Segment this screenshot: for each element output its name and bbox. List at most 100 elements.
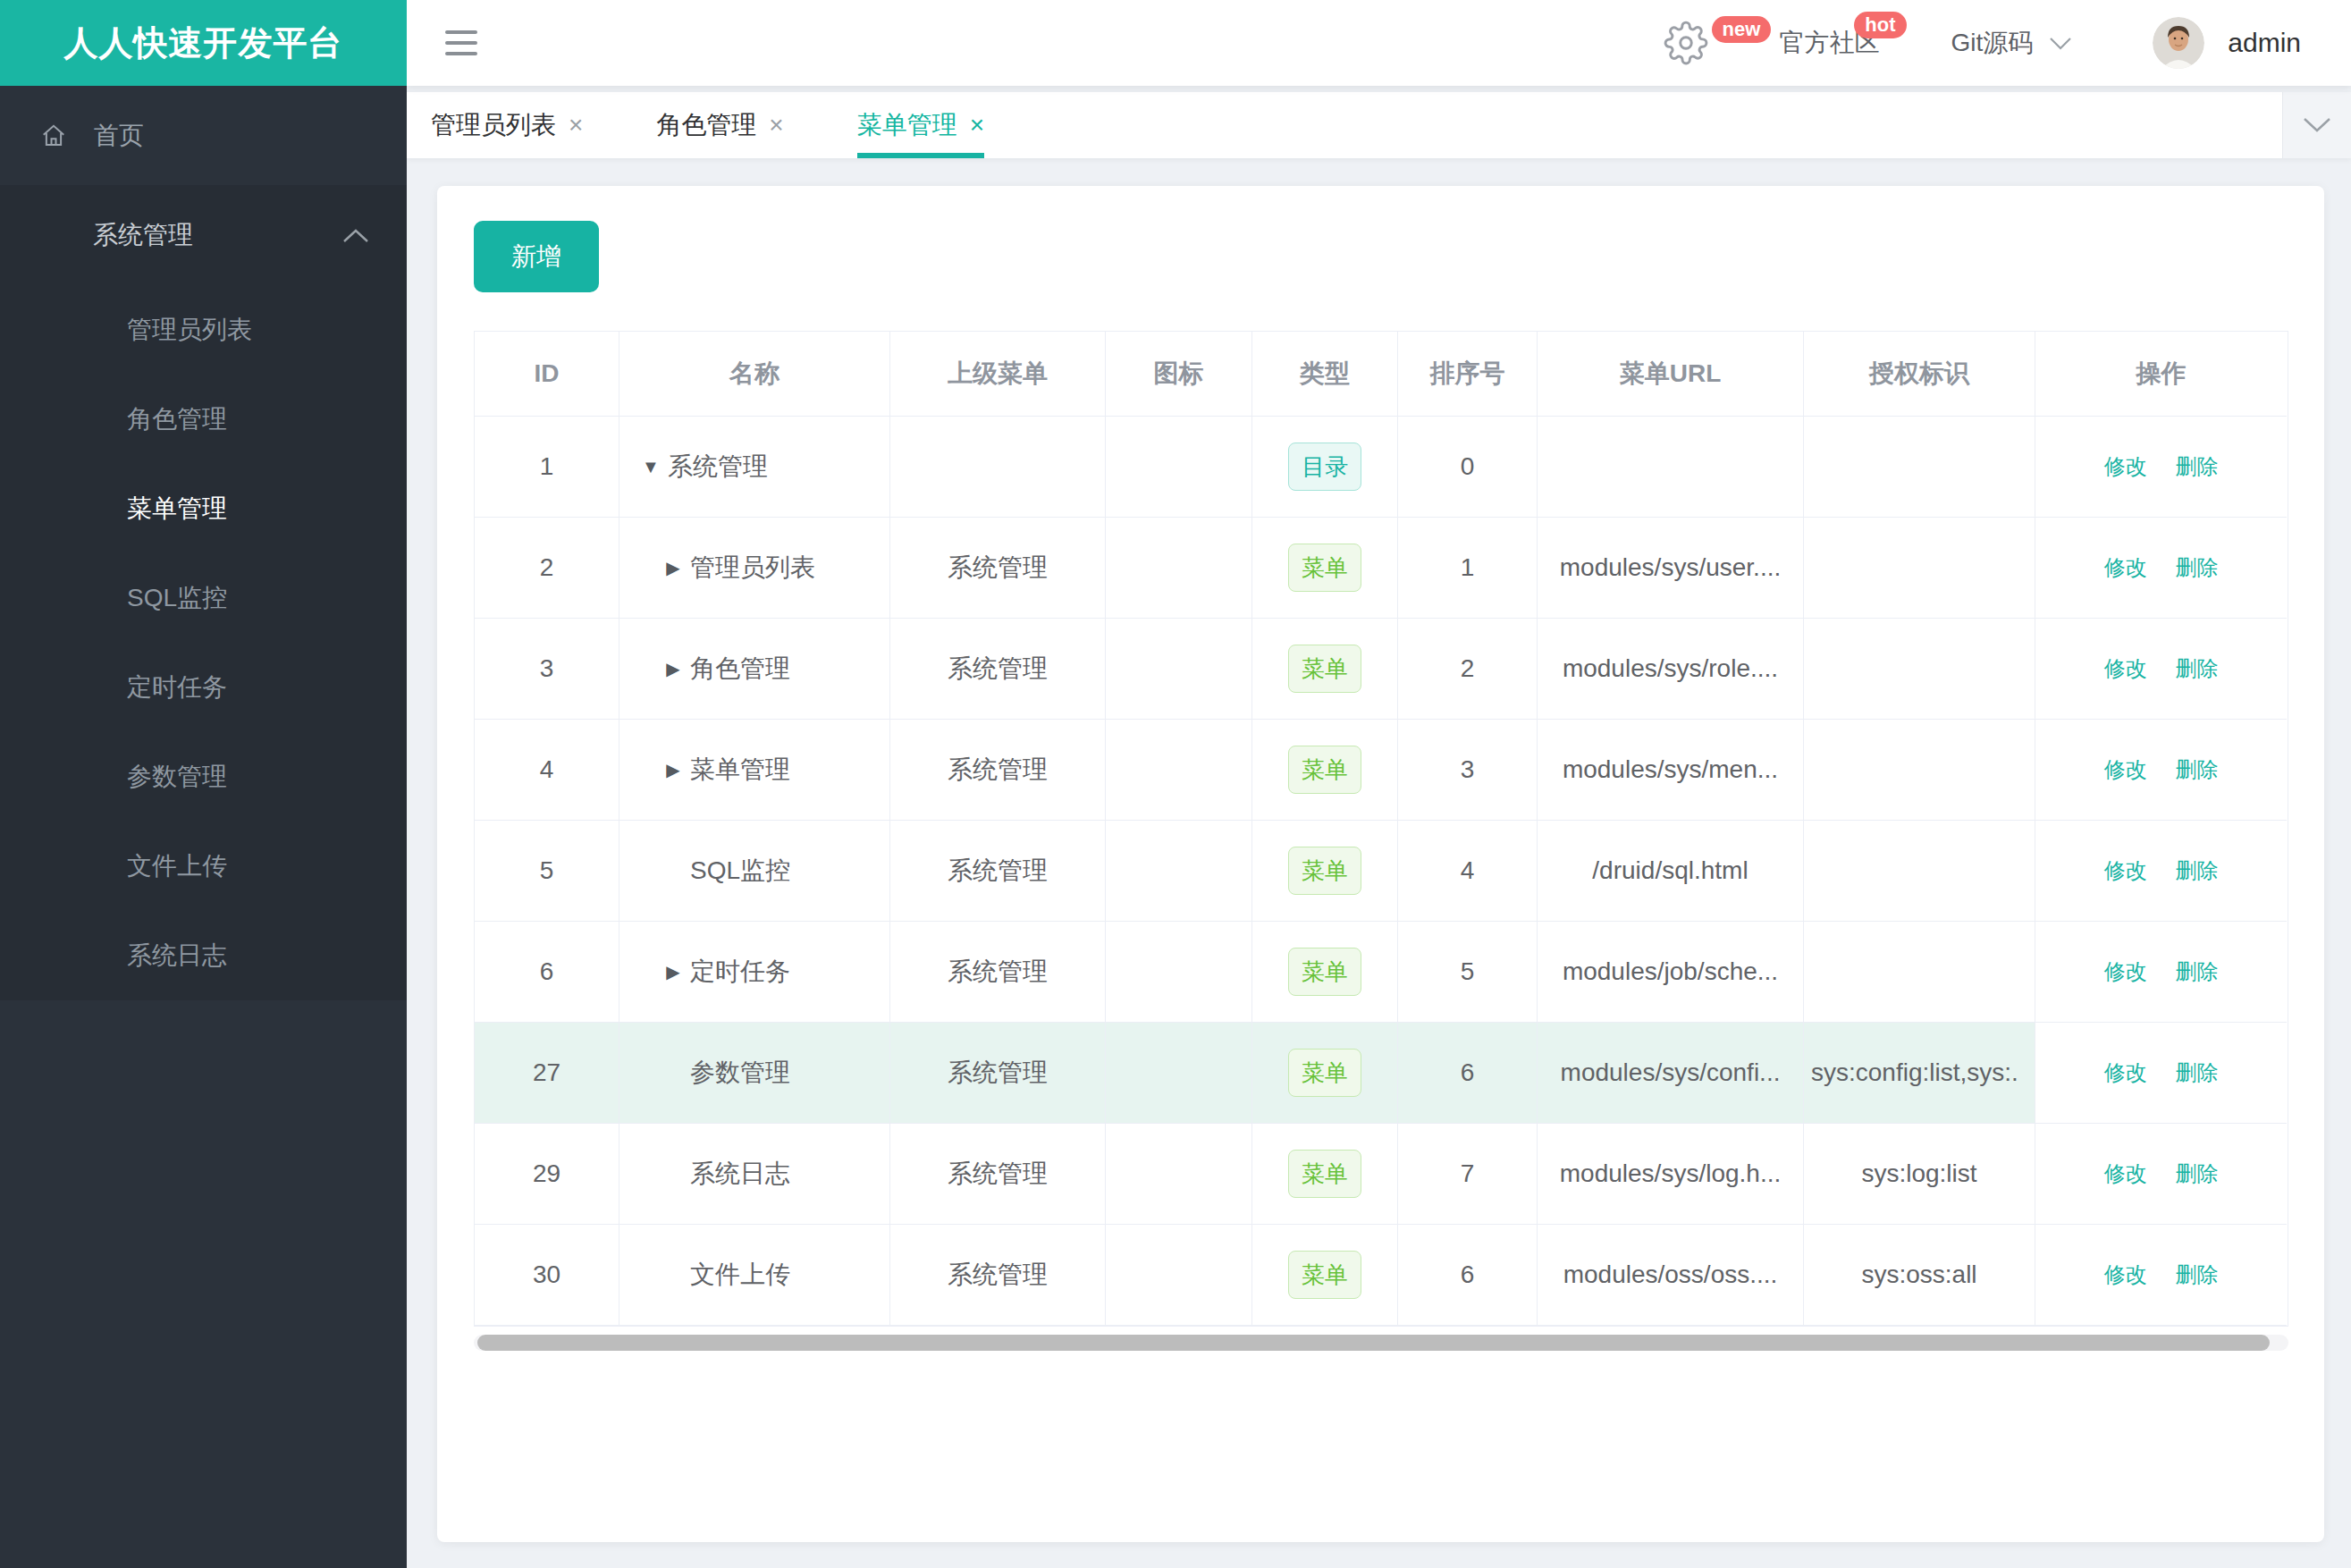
table-row: 3▶角色管理系统管理菜单2modules/sys/role....修改删除	[475, 619, 2288, 720]
tab-2[interactable]: 菜单管理×	[857, 92, 984, 158]
cell-name: ▶管理员列表	[619, 518, 890, 619]
sidebar-item-5[interactable]: 参数管理	[0, 732, 407, 822]
cell-icon	[1106, 922, 1252, 1023]
tab-1[interactable]: 角色管理 ×	[656, 92, 783, 158]
cell-icon	[1106, 1023, 1252, 1124]
column-header: 名称	[619, 332, 890, 417]
scrollbar-thumb[interactable]	[477, 1335, 2270, 1351]
edit-link[interactable]: 修改	[2104, 755, 2147, 784]
tab-label: 角色管理	[656, 108, 756, 142]
cell-name: 参数管理	[619, 1023, 890, 1124]
cell-parent: 系统管理	[890, 720, 1106, 821]
sidebar-submenu: 管理员列表角色管理菜单管理SQL监控定时任务参数管理文件上传系统日志	[0, 285, 407, 1000]
cell-perm: sys:oss:all	[1804, 1225, 2035, 1326]
table-row: 6▶定时任务系统管理菜单5modules/job/sche...修改删除	[475, 922, 2288, 1023]
cell-type: 目录	[1252, 417, 1398, 518]
cell-id: 5	[475, 821, 619, 922]
sidebar-group-block: 系统管理 管理员列表角色管理菜单管理SQL监控定时任务参数管理文件上传系统日志	[0, 185, 407, 1000]
tabs-menu-button[interactable]	[2282, 92, 2351, 158]
cell-name: 系统日志	[619, 1124, 890, 1225]
tab-0[interactable]: 管理员列表 ×	[431, 92, 583, 158]
cell-name: SQL监控	[619, 821, 890, 922]
edit-link[interactable]: 修改	[2104, 1159, 2147, 1188]
git-source-dropdown[interactable]: Git源码	[1951, 26, 2073, 60]
sidebar-item-7[interactable]: 系统日志	[0, 911, 407, 1000]
new-badge: new	[1712, 16, 1772, 43]
collapse-arrow-icon[interactable]: ▼	[642, 457, 660, 477]
sidebar-item-6[interactable]: 文件上传	[0, 822, 407, 911]
edit-link[interactable]: 修改	[2104, 1260, 2147, 1289]
column-header: 授权标识	[1804, 332, 2035, 417]
tab-label: 管理员列表	[431, 108, 556, 142]
sidebar-item-4[interactable]: 定时任务	[0, 643, 407, 732]
horizontal-scrollbar	[474, 1335, 2288, 1351]
sidebar-item-0[interactable]: 管理员列表	[0, 285, 407, 375]
add-button[interactable]: 新增	[474, 221, 599, 292]
cell-type: 菜单	[1252, 1124, 1398, 1225]
cell-parent: 系统管理	[890, 619, 1106, 720]
cell-url: modules/sys/log.h...	[1538, 1124, 1804, 1225]
edit-link[interactable]: 修改	[2104, 553, 2147, 582]
close-icon[interactable]: ×	[970, 111, 984, 139]
cell-perm: sys:config:list,sys:.	[1804, 1023, 2035, 1124]
cell-order: 1	[1398, 518, 1538, 619]
expand-arrow-icon[interactable]: ▶	[664, 658, 682, 679]
table-row: 2▶管理员列表系统管理菜单1modules/sys/user....修改删除	[475, 518, 2288, 619]
cell-url: modules/sys/role....	[1538, 619, 1804, 720]
edit-link[interactable]: 修改	[2104, 452, 2147, 481]
cell-icon	[1106, 518, 1252, 619]
cell-url: modules/sys/user....	[1538, 518, 1804, 619]
cell-type: 菜单	[1252, 619, 1398, 720]
cell-perm: sys:log:list	[1804, 1124, 2035, 1225]
type-tag: 菜单	[1288, 847, 1361, 895]
cell-name: ▶角色管理	[619, 619, 890, 720]
username[interactable]: admin	[2228, 28, 2301, 58]
delete-link[interactable]: 删除	[2176, 755, 2219, 784]
sidebar-home-label: 首页	[94, 119, 144, 153]
delete-link[interactable]: 删除	[2176, 1159, 2219, 1188]
expand-arrow-icon[interactable]: ▶	[664, 759, 682, 780]
settings-button[interactable]: new	[1664, 21, 1708, 65]
cell-actions: 修改删除	[2035, 619, 2287, 720]
delete-link[interactable]: 删除	[2176, 654, 2219, 683]
expand-arrow-icon[interactable]: ▶	[664, 557, 682, 578]
sidebar-item-3[interactable]: SQL监控	[0, 553, 407, 643]
cell-id: 27	[475, 1023, 619, 1124]
delete-link[interactable]: 删除	[2176, 856, 2219, 885]
column-header: 图标	[1106, 332, 1252, 417]
type-tag: 目录	[1288, 443, 1361, 491]
expand-arrow-icon[interactable]: ▶	[664, 961, 682, 982]
cell-url: modules/sys/confi...	[1538, 1023, 1804, 1124]
close-icon[interactable]: ×	[769, 111, 783, 139]
community-link[interactable]: 官方社区 hot	[1780, 26, 1880, 60]
table-row: 1▼系统管理目录0修改删除	[475, 417, 2288, 518]
edit-link[interactable]: 修改	[2104, 957, 2147, 986]
cell-actions: 修改删除	[2035, 518, 2287, 619]
cell-parent: 系统管理	[890, 1023, 1106, 1124]
delete-link[interactable]: 删除	[2176, 553, 2219, 582]
delete-link[interactable]: 删除	[2176, 452, 2219, 481]
table-row: 30文件上传系统管理菜单6modules/oss/oss....sys:oss:…	[475, 1225, 2288, 1326]
delete-link[interactable]: 删除	[2176, 1260, 2219, 1289]
column-header: 排序号	[1398, 332, 1538, 417]
sidebar-item-2[interactable]: 菜单管理	[0, 464, 407, 553]
menu-toggle-icon[interactable]	[445, 30, 477, 55]
cell-name: 文件上传	[619, 1225, 890, 1326]
delete-link[interactable]: 删除	[2176, 957, 2219, 986]
sidebar-item-home[interactable]: 首页	[0, 86, 407, 185]
cell-order: 7	[1398, 1124, 1538, 1225]
sidebar-group-system[interactable]: 系统管理	[0, 185, 407, 285]
edit-link[interactable]: 修改	[2104, 654, 2147, 683]
delete-link[interactable]: 删除	[2176, 1058, 2219, 1087]
close-icon[interactable]: ×	[569, 111, 583, 139]
content-card: 新增 ID名称上级菜单图标类型排序号菜单URL授权标识操作1▼系统管理目录0修改…	[437, 186, 2324, 1542]
edit-link[interactable]: 修改	[2104, 856, 2147, 885]
avatar[interactable]	[2153, 17, 2204, 69]
sidebar-item-1[interactable]: 角色管理	[0, 375, 407, 464]
column-header: 上级菜单	[890, 332, 1106, 417]
cell-name: ▼系统管理	[619, 417, 890, 518]
cell-perm	[1804, 417, 2035, 518]
table-header-row: ID名称上级菜单图标类型排序号菜单URL授权标识操作	[475, 332, 2288, 417]
edit-link[interactable]: 修改	[2104, 1058, 2147, 1087]
cell-id: 29	[475, 1124, 619, 1225]
